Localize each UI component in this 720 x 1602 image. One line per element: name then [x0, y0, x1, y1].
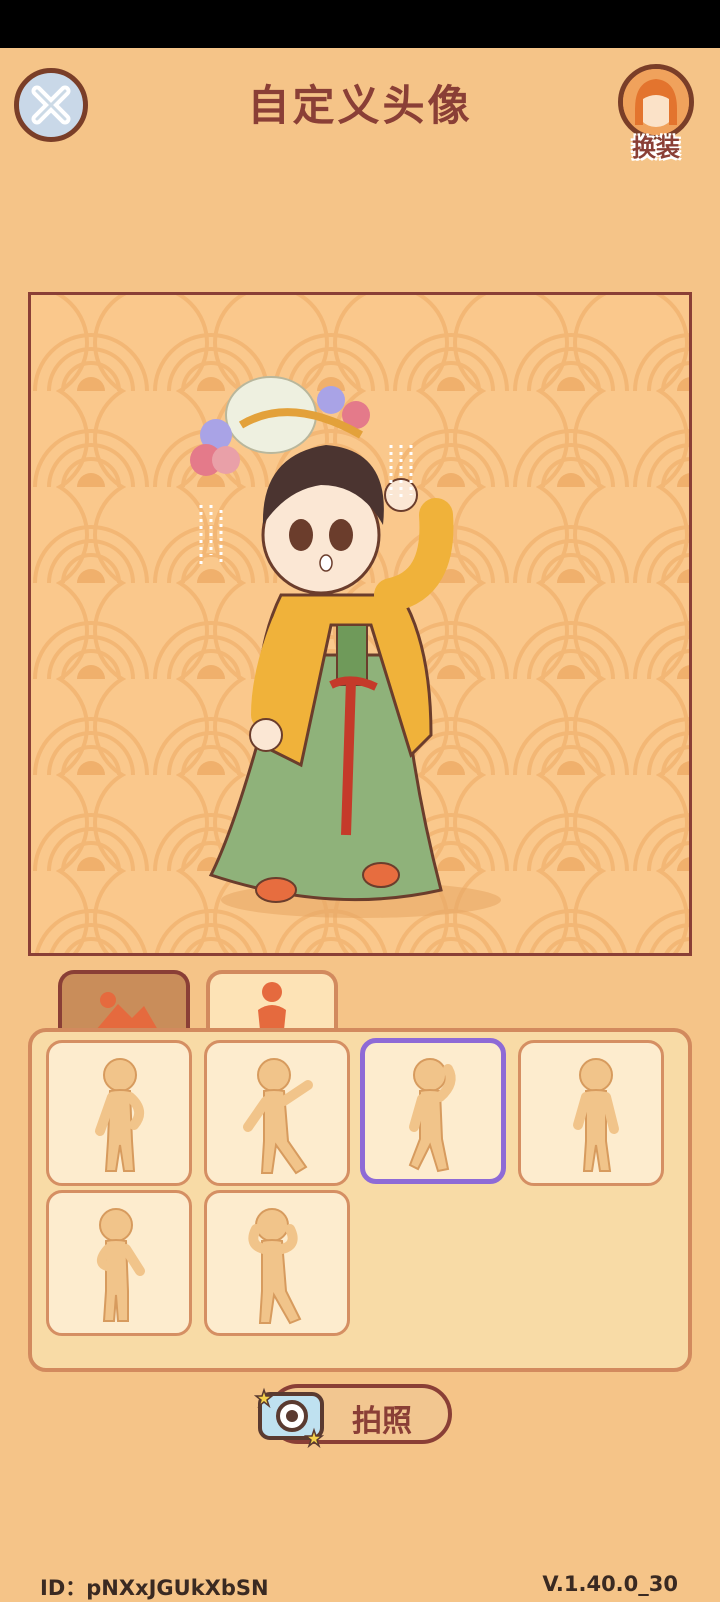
status-bar [0, 0, 720, 48]
pose-option-5[interactable] [46, 1190, 192, 1336]
dressup-button[interactable]: 换装 [614, 64, 698, 164]
pose-option-3[interactable] [360, 1038, 506, 1184]
mountain-icon [96, 992, 158, 1030]
dressup-label: 换装 [632, 134, 680, 162]
pose-figure-icon [248, 1208, 302, 1325]
pose-figure-icon [243, 1058, 313, 1175]
app-version: V.1.40.0_30 [542, 1572, 678, 1596]
pose-option-1[interactable] [46, 1040, 192, 1186]
pose-figure-icon [97, 1208, 145, 1322]
pose-option-6[interactable] [204, 1190, 350, 1336]
tab-background[interactable] [58, 970, 190, 1032]
user-id: ID：pNXxJGUkXbSN [40, 1576, 269, 1600]
photo-button-label: 拍照 [352, 1404, 412, 1439]
character-figure [190, 376, 501, 918]
pose-figure-icon [408, 1058, 456, 1173]
page-title: 自定义头像 [247, 81, 473, 130]
pose-panel [28, 1028, 692, 1372]
pose-figure-icon [573, 1058, 619, 1172]
pose-option-4[interactable] [518, 1040, 664, 1186]
pose-option-2[interactable] [204, 1040, 350, 1186]
pose-figure-icon [95, 1058, 145, 1172]
avatar-face-icon [623, 69, 689, 135]
avatar-preview [28, 292, 692, 956]
camera-icon [252, 1380, 330, 1450]
person-icon [258, 982, 286, 1030]
tab-pose[interactable] [206, 970, 338, 1032]
